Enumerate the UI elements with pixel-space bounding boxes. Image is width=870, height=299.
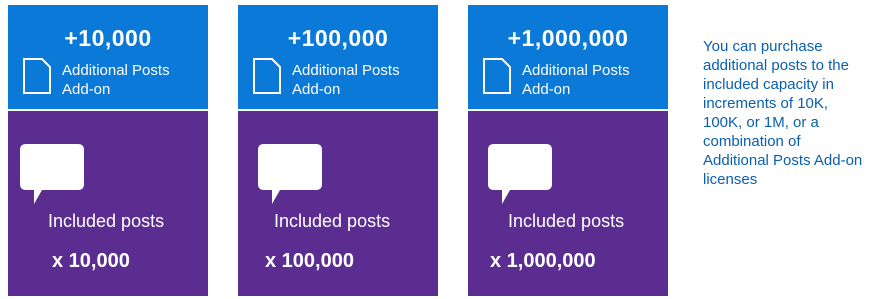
addon-card-100k: +100,000 Additional Posts Add-on Include…	[238, 5, 438, 296]
addon-label-line1: Additional Posts	[522, 62, 630, 79]
addon-label-line2: Add-on	[292, 81, 341, 98]
addon-panel: +100,000 Additional Posts Add-on	[238, 5, 438, 109]
addon-label: Additional Posts Add-on	[292, 61, 400, 99]
addon-label-line2: Add-on	[522, 81, 571, 98]
addon-label: Additional Posts Add-on	[62, 61, 170, 99]
included-posts-label: Included posts	[48, 211, 165, 231]
document-icon	[253, 58, 281, 94]
addon-label-line1: Additional Posts	[292, 62, 400, 79]
speech-bubble-icon	[258, 144, 322, 204]
included-posts-label: Included posts	[274, 211, 391, 231]
addon-label-line2: Add-on	[62, 81, 111, 98]
addon-card-10k: +10,000 Additional Posts Add-on Included…	[8, 5, 208, 296]
purchase-note: You can purchase additional posts to the…	[703, 38, 863, 188]
included-panel: Included posts x 1,000,000	[468, 111, 668, 296]
included-posts-label: Included posts	[508, 211, 625, 231]
addon-card-1m: +1,000,000 Additional Posts Add-on Inclu…	[468, 5, 668, 296]
included-panel: Included posts x 10,000	[8, 111, 208, 296]
document-icon	[23, 58, 51, 94]
included-posts-count: x 10,000	[52, 250, 130, 272]
document-icon	[483, 58, 511, 94]
addon-panel: +1,000,000 Additional Posts Add-on	[468, 5, 668, 109]
speech-bubble-icon	[20, 144, 84, 204]
included-posts-count: x 1,000,000	[490, 250, 596, 272]
addon-panel: +10,000 Additional Posts Add-on	[8, 5, 208, 109]
addon-label-line1: Additional Posts	[62, 62, 170, 79]
addon-label: Additional Posts Add-on	[522, 61, 630, 99]
included-posts-count: x 100,000	[265, 250, 354, 272]
speech-bubble-icon	[488, 144, 552, 204]
addon-amount: +1,000,000	[507, 25, 629, 51]
addon-amount: +100,000	[287, 25, 389, 51]
addon-amount: +10,000	[64, 25, 152, 51]
included-panel: Included posts x 100,000	[238, 111, 438, 296]
